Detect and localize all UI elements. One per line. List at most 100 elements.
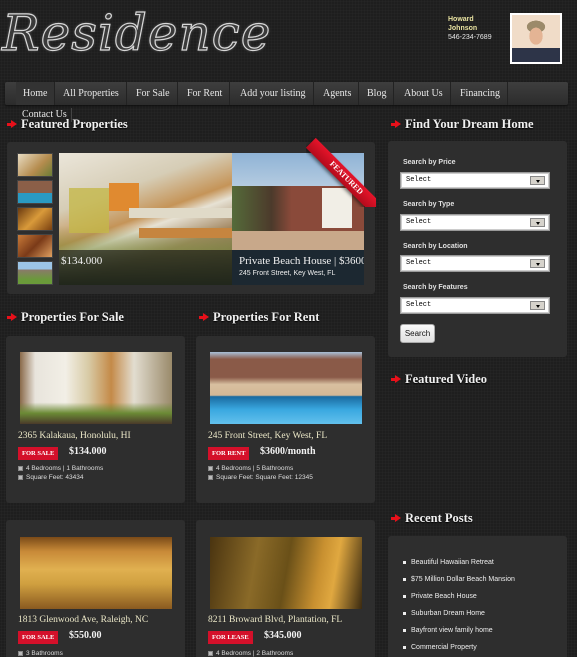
bullet-icon: [403, 578, 406, 581]
sale-card-1-feature: 4 Bedrooms | 1 Bathrooms: [18, 465, 103, 472]
bullet-icon: [403, 561, 406, 564]
search-features-value: Select: [406, 301, 432, 309]
main-nav: Home All Properties For Sale For Rent Ad…: [5, 82, 568, 105]
arrow-right-icon: [7, 313, 17, 322]
post-item: $75 Million Dollar Beach Mansion: [403, 571, 515, 588]
nav-about-us[interactable]: About Us: [397, 82, 451, 105]
sale-card-2-price: $550.00: [69, 630, 102, 641]
agent-last-name[interactable]: Johnson: [448, 24, 492, 33]
arrow-right-icon: [199, 313, 209, 322]
search-type-value: Select: [406, 218, 432, 226]
bullet-icon: [208, 651, 213, 656]
dropdown-arrow-icon[interactable]: [530, 301, 545, 310]
sale-card-1-image[interactable]: [20, 352, 172, 424]
sale-card-1-feature: Square Feet: 43434: [18, 474, 83, 481]
post-link[interactable]: $75 Million Dollar Beach Mansion: [411, 576, 515, 583]
slider-thumb-2[interactable]: [17, 180, 53, 204]
search-price-select[interactable]: Select: [400, 172, 550, 189]
bullet-icon: [18, 475, 23, 480]
agent-first-name[interactable]: Howard: [448, 15, 492, 24]
nav-add-listing[interactable]: Add your listing: [233, 82, 314, 105]
video-title: Featured Video: [405, 372, 488, 386]
post-item: Beautiful Hawaiian Retreat: [403, 554, 515, 571]
search-button[interactable]: Search: [400, 324, 435, 343]
agent-info: Howard Johnson 546-234-7689: [448, 15, 492, 42]
sale-card-1-price: $134.000: [69, 446, 107, 457]
video-heading: Featured Video: [391, 372, 487, 387]
bullet-icon: [403, 646, 406, 649]
posts-heading: Recent Posts: [391, 511, 473, 526]
rent-card-1-address[interactable]: 245 Front Street, Key West, FL: [208, 431, 327, 441]
arrow-right-icon: [391, 375, 401, 384]
rent-card-2-image[interactable]: [210, 537, 362, 609]
rent-title: Properties For Rent: [213, 310, 320, 324]
sale-card-1-address[interactable]: 2365 Kalakaua, Honolulu, HI: [18, 431, 131, 441]
search-features-select[interactable]: Select: [400, 297, 550, 314]
agent-phone: 546-234-7689: [448, 34, 492, 41]
sale-card-2-address[interactable]: 1813 Glenwood Ave, Raleigh, NC: [18, 615, 148, 625]
rent-card-1-image[interactable]: [210, 352, 362, 424]
arrow-right-icon: [7, 120, 17, 129]
post-item: Commercial Property: [403, 639, 515, 656]
slider-thumb-4[interactable]: [17, 234, 53, 258]
rent-card-2-badge: FOR LEASE: [208, 631, 253, 644]
bullet-icon: [403, 612, 406, 615]
rent-card-2-price: $345.000: [264, 630, 302, 641]
sale-card-2-feature: 3 Bathrooms: [18, 650, 63, 657]
slider-thumb-3[interactable]: [17, 207, 53, 231]
feature-text: 4 Bedrooms | 5 Bathrooms: [216, 465, 294, 472]
slide-decor: [109, 183, 139, 211]
post-link[interactable]: Beautiful Hawaiian Retreat: [411, 559, 494, 566]
bullet-icon: [208, 475, 213, 480]
featured-ribbon-label: FEATURED: [306, 137, 376, 207]
post-link[interactable]: Commercial Property: [411, 644, 477, 651]
slider-thumb-5[interactable]: [17, 261, 53, 285]
search-location-select[interactable]: Select: [400, 255, 550, 272]
post-link[interactable]: Suburban Dream Home: [411, 610, 485, 617]
nav-agents[interactable]: Agents: [316, 82, 360, 105]
slide-title[interactable]: Private Beach House | $3600/month: [239, 255, 364, 267]
slider-thumb-1[interactable]: [17, 153, 53, 177]
search-heading: Find Your Dream Home: [391, 117, 534, 132]
feature-text: Square Feet: 43434: [26, 474, 84, 481]
post-item: Bayfront view family home: [403, 622, 515, 639]
rent-card-2-feature: 4 Bedrooms | 2 Bathrooms: [208, 650, 293, 657]
nav-financing[interactable]: Financing: [453, 82, 508, 105]
bullet-icon: [403, 629, 406, 632]
search-price-label: Search by Price: [403, 159, 456, 166]
post-link[interactable]: Private Beach House: [411, 593, 477, 600]
sale-card-2-badge: FOR SALE: [18, 631, 59, 644]
dropdown-arrow-icon[interactable]: [530, 176, 545, 185]
nav-for-rent[interactable]: For Rent: [180, 82, 231, 105]
search-type-select[interactable]: Select: [400, 214, 550, 231]
slide-decor: [129, 208, 232, 218]
dropdown-arrow-icon[interactable]: [530, 218, 545, 227]
rent-card-2-address[interactable]: 8211 Broward Blvd, Plantation, FL: [208, 615, 342, 625]
rent-card-1-price: $3600/month: [260, 446, 316, 457]
site-logo[interactable]: Residence: [1, 3, 271, 62]
nav-for-sale[interactable]: For Sale: [129, 82, 178, 105]
bullet-icon: [18, 466, 23, 471]
sale-card-2-image[interactable]: [20, 537, 172, 609]
bullet-icon: [208, 466, 213, 471]
nav-blog[interactable]: Blog: [360, 82, 395, 105]
search-price-value: Select: [406, 176, 432, 184]
slide-decor: [69, 188, 109, 233]
post-link[interactable]: Bayfront view family home: [411, 627, 493, 634]
slide-price: $134.000: [61, 255, 103, 267]
sale-title: Properties For Sale: [21, 310, 124, 324]
recent-posts-list: Beautiful Hawaiian Retreat $75 Million D…: [403, 554, 515, 656]
nav-home[interactable]: Home: [16, 82, 56, 105]
arrow-right-icon: [391, 120, 401, 129]
search-location-value: Select: [406, 259, 432, 267]
nav-all-properties[interactable]: All Properties: [56, 82, 127, 105]
post-item: Private Beach House: [403, 588, 515, 605]
slide-address: 245 Front Street, Key West, FL: [239, 270, 336, 277]
dropdown-arrow-icon[interactable]: [530, 259, 545, 268]
bullet-icon: [403, 595, 406, 598]
feature-text: 3 Bathrooms: [26, 650, 63, 657]
featured-ribbon: FEATURED: [306, 137, 376, 207]
featured-properties-heading: Featured Properties: [7, 117, 128, 132]
agent-photo[interactable]: [510, 13, 562, 64]
rent-card-1-feature: 4 Bedrooms | 5 Bathrooms: [208, 465, 293, 472]
